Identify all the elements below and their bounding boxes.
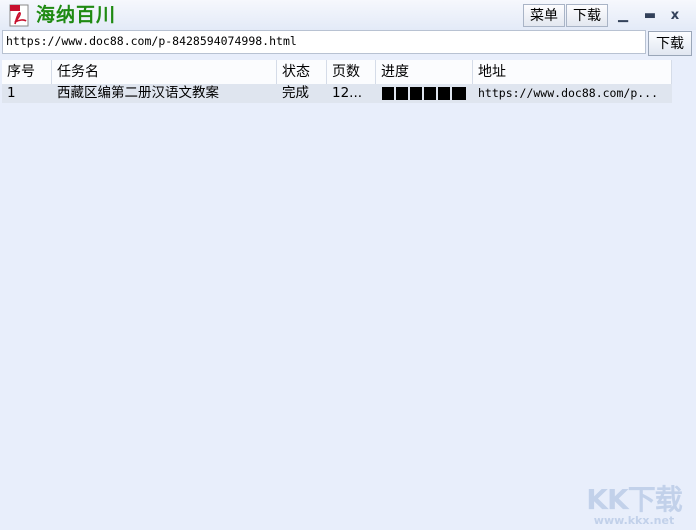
progress-segment-gap <box>394 87 396 100</box>
row-task-name: 西藏区编第二册汉语文教案 <box>57 85 219 101</box>
row-status: 完成 <box>282 85 309 101</box>
progress-segment-gap <box>450 87 452 100</box>
app-title: 海纳百川 <box>36 4 117 26</box>
watermark-url: www.kkx.net <box>593 514 675 527</box>
url-input[interactable]: https://www.doc88.com/p-8428594074998.ht… <box>2 30 646 54</box>
download-button[interactable]: 下载 <box>648 31 692 56</box>
row-url: https://www.doc88.com/p... <box>478 86 659 100</box>
column-header-progress[interactable]: 进度 <box>376 60 473 84</box>
menu-button[interactable]: 菜单 <box>523 4 565 27</box>
table-row[interactable]: 1 西藏区编第二册汉语文教案 完成 12... https://www.doc8… <box>2 84 672 103</box>
column-header-pages[interactable]: 页数 <box>327 60 376 84</box>
progress-segment-gap <box>408 87 410 100</box>
table-header: 序号 任务名 状态 页数 进度 地址 <box>2 60 672 85</box>
column-header-url[interactable]: 地址 <box>473 60 672 84</box>
column-header-name[interactable]: 任务名 <box>52 60 277 84</box>
minimize-icon[interactable]: ▁ <box>613 6 633 26</box>
progress-segment-gap <box>422 87 424 100</box>
progress-segment-gap <box>436 87 438 100</box>
pdf-app-icon <box>9 4 29 27</box>
download-menu-button[interactable]: 下载 <box>566 4 608 27</box>
column-header-status[interactable]: 状态 <box>277 60 327 84</box>
row-progress-bar <box>382 87 466 100</box>
row-pages: 12... <box>332 85 363 101</box>
title-bar: 海纳百川 菜单 下载 ▁ ▬ x <box>0 0 696 30</box>
watermark: KK下载 www.kkx.net <box>578 478 690 527</box>
close-icon[interactable]: x <box>665 6 685 26</box>
row-index: 1 <box>7 85 16 101</box>
column-header-index[interactable]: 序号 <box>2 60 52 84</box>
maximize-icon[interactable]: ▬ <box>640 6 660 26</box>
watermark-brand: KK下载 <box>586 483 682 516</box>
task-list: 序号 任务名 状态 页数 进度 地址 1 西藏区编第二册汉语文教案 完成 12.… <box>2 60 692 528</box>
